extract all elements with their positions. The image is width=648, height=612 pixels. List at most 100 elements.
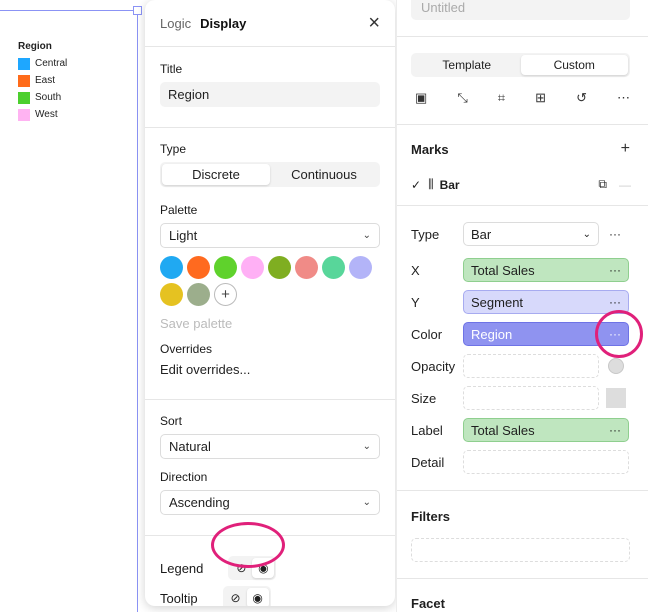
encoding-type-row: Type Bar ⌄ ··· bbox=[411, 222, 631, 246]
color-swatch[interactable] bbox=[295, 256, 318, 279]
legend-swatch bbox=[18, 74, 30, 87]
opacity-drop-zone[interactable] bbox=[463, 354, 599, 378]
custom-option[interactable]: Custom bbox=[520, 55, 628, 75]
fit-icon[interactable]: ⌗ bbox=[498, 90, 505, 106]
highlight-ring bbox=[595, 310, 643, 358]
chart-title-input[interactable]: Untitled bbox=[411, 0, 630, 20]
detail-drop-zone[interactable] bbox=[463, 450, 629, 474]
size-swatch[interactable] bbox=[606, 388, 626, 408]
divider bbox=[397, 36, 648, 37]
more-icon[interactable]: ··· bbox=[609, 423, 621, 437]
overrides-label: Overrides bbox=[160, 342, 213, 356]
legend-label: West bbox=[35, 109, 58, 120]
check-icon: ✓ bbox=[411, 177, 422, 192]
resize-handle[interactable] bbox=[133, 6, 142, 15]
chevron-down-icon: ⌄ bbox=[582, 228, 591, 240]
mark-item-bar[interactable]: ✓ ⫼ Bar ⧉ — bbox=[411, 177, 631, 192]
encoding-x-row: X Total Sales ··· bbox=[411, 258, 631, 282]
palette-label: Palette bbox=[160, 203, 198, 217]
divider bbox=[397, 578, 648, 579]
tab-logic[interactable]: Logic bbox=[160, 16, 191, 31]
eye-icon[interactable]: ◉ bbox=[246, 588, 269, 606]
undo-icon[interactable]: ↺ bbox=[576, 90, 587, 106]
title-input[interactable]: Region bbox=[160, 82, 380, 107]
save-palette-link[interactable]: Save palette bbox=[160, 316, 380, 331]
palette-select[interactable]: Light ⌄ bbox=[160, 223, 380, 248]
more-icon[interactable]: ⋯ bbox=[617, 90, 630, 106]
color-swatch[interactable] bbox=[160, 283, 183, 306]
encoding-y-label: Y bbox=[411, 294, 420, 310]
tooltip-visibility-toggle: ⊘ ◉ bbox=[222, 586, 271, 606]
sort-select[interactable]: Natural ⌄ bbox=[160, 434, 380, 459]
chart-legend: Region Central East South West bbox=[18, 41, 67, 123]
filters-drop-zone[interactable] bbox=[411, 538, 630, 562]
more-icon[interactable]: ··· bbox=[609, 227, 621, 241]
encoding-opacity-row: Opacity bbox=[411, 354, 631, 378]
color-swatch[interactable] bbox=[241, 256, 264, 279]
close-icon[interactable]: × bbox=[368, 13, 380, 33]
more-icon[interactable]: ··· bbox=[609, 263, 621, 277]
encoding-color-label: Color bbox=[411, 326, 443, 342]
type-label: Type bbox=[160, 142, 187, 156]
tab-display[interactable]: Display bbox=[200, 16, 246, 31]
selection-top-edge bbox=[0, 10, 137, 11]
legend-label: South bbox=[35, 92, 62, 103]
y-field-value: Segment bbox=[471, 294, 524, 310]
chevron-down-icon: ⌄ bbox=[362, 230, 371, 241]
size-drop-zone[interactable] bbox=[463, 386, 599, 410]
filters-heading: Filters bbox=[411, 509, 451, 524]
table-icon[interactable]: ⊞ bbox=[535, 90, 546, 106]
eye-off-icon[interactable]: ⊘ bbox=[225, 588, 247, 606]
sort-value: Natural bbox=[169, 439, 211, 454]
type-continuous-option[interactable]: Continuous bbox=[270, 164, 378, 185]
legend-label: East bbox=[35, 75, 56, 86]
direction-label: Direction bbox=[160, 470, 208, 484]
encoding-y-row: Y Segment ··· bbox=[411, 290, 631, 314]
facet-heading: Facet bbox=[411, 596, 445, 611]
swap-axes-icon[interactable]: ▣ bbox=[415, 90, 427, 106]
type-toggle: Discrete Continuous bbox=[160, 162, 380, 187]
marks-heading: Marks bbox=[411, 142, 449, 157]
color-swatch[interactable] bbox=[322, 256, 345, 279]
sort-label: Sort bbox=[160, 414, 183, 428]
encoding-detail-label: Detail bbox=[411, 454, 445, 470]
title-label: Title bbox=[160, 62, 183, 76]
color-swatch[interactable] bbox=[268, 256, 291, 279]
legend-item: South bbox=[18, 89, 67, 106]
type-discrete-option[interactable]: Discrete bbox=[162, 164, 270, 185]
edit-overrides-link[interactable]: Edit overrides... bbox=[160, 362, 380, 377]
color-swatch[interactable] bbox=[187, 256, 210, 279]
label-field-pill[interactable]: Total Sales ··· bbox=[463, 418, 629, 442]
legend-swatch bbox=[18, 91, 30, 104]
direction-value: Ascending bbox=[169, 495, 230, 510]
palette-swatches: + bbox=[160, 256, 384, 306]
more-icon[interactable]: ··· bbox=[609, 295, 621, 309]
palette-value: Light bbox=[169, 228, 198, 243]
label-field-value: Total Sales bbox=[471, 422, 535, 438]
add-color-button[interactable]: + bbox=[214, 283, 237, 306]
direction-select[interactable]: Ascending ⌄ bbox=[160, 490, 380, 515]
color-swatch[interactable] bbox=[214, 256, 237, 279]
legend-swatch bbox=[18, 108, 30, 121]
add-mark-button[interactable]: + bbox=[621, 140, 630, 158]
y-field-pill[interactable]: Segment ··· bbox=[463, 290, 629, 314]
tooltip-visibility-row: Tooltip ⊘ ◉ bbox=[160, 586, 380, 606]
x-field-pill[interactable]: Total Sales ··· bbox=[463, 258, 629, 282]
encoding-opacity-label: Opacity bbox=[411, 358, 456, 374]
tooltip-visibility-label: Tooltip bbox=[160, 590, 198, 606]
mark-type-select[interactable]: Bar ⌄ bbox=[463, 222, 599, 246]
selection-right-edge[interactable] bbox=[137, 10, 138, 612]
mark-type-value: Bar bbox=[471, 226, 492, 242]
color-swatch[interactable] bbox=[187, 283, 210, 306]
remove-icon[interactable]: — bbox=[619, 178, 631, 192]
chart-toolbar: ▣ ⤡ ⌗ ⊞ ↺ ⋯ bbox=[415, 90, 630, 106]
collapse-icon[interactable]: ⤡ bbox=[457, 90, 467, 106]
color-swatch[interactable] bbox=[349, 256, 372, 279]
copy-icon[interactable]: ⧉ bbox=[598, 177, 607, 192]
color-swatch[interactable] bbox=[160, 256, 183, 279]
encoding-x-label: X bbox=[411, 262, 420, 278]
template-option[interactable]: Template bbox=[413, 55, 521, 75]
opacity-dial[interactable] bbox=[608, 358, 624, 374]
x-field-value: Total Sales bbox=[471, 262, 535, 278]
legend-swatch bbox=[18, 57, 30, 70]
